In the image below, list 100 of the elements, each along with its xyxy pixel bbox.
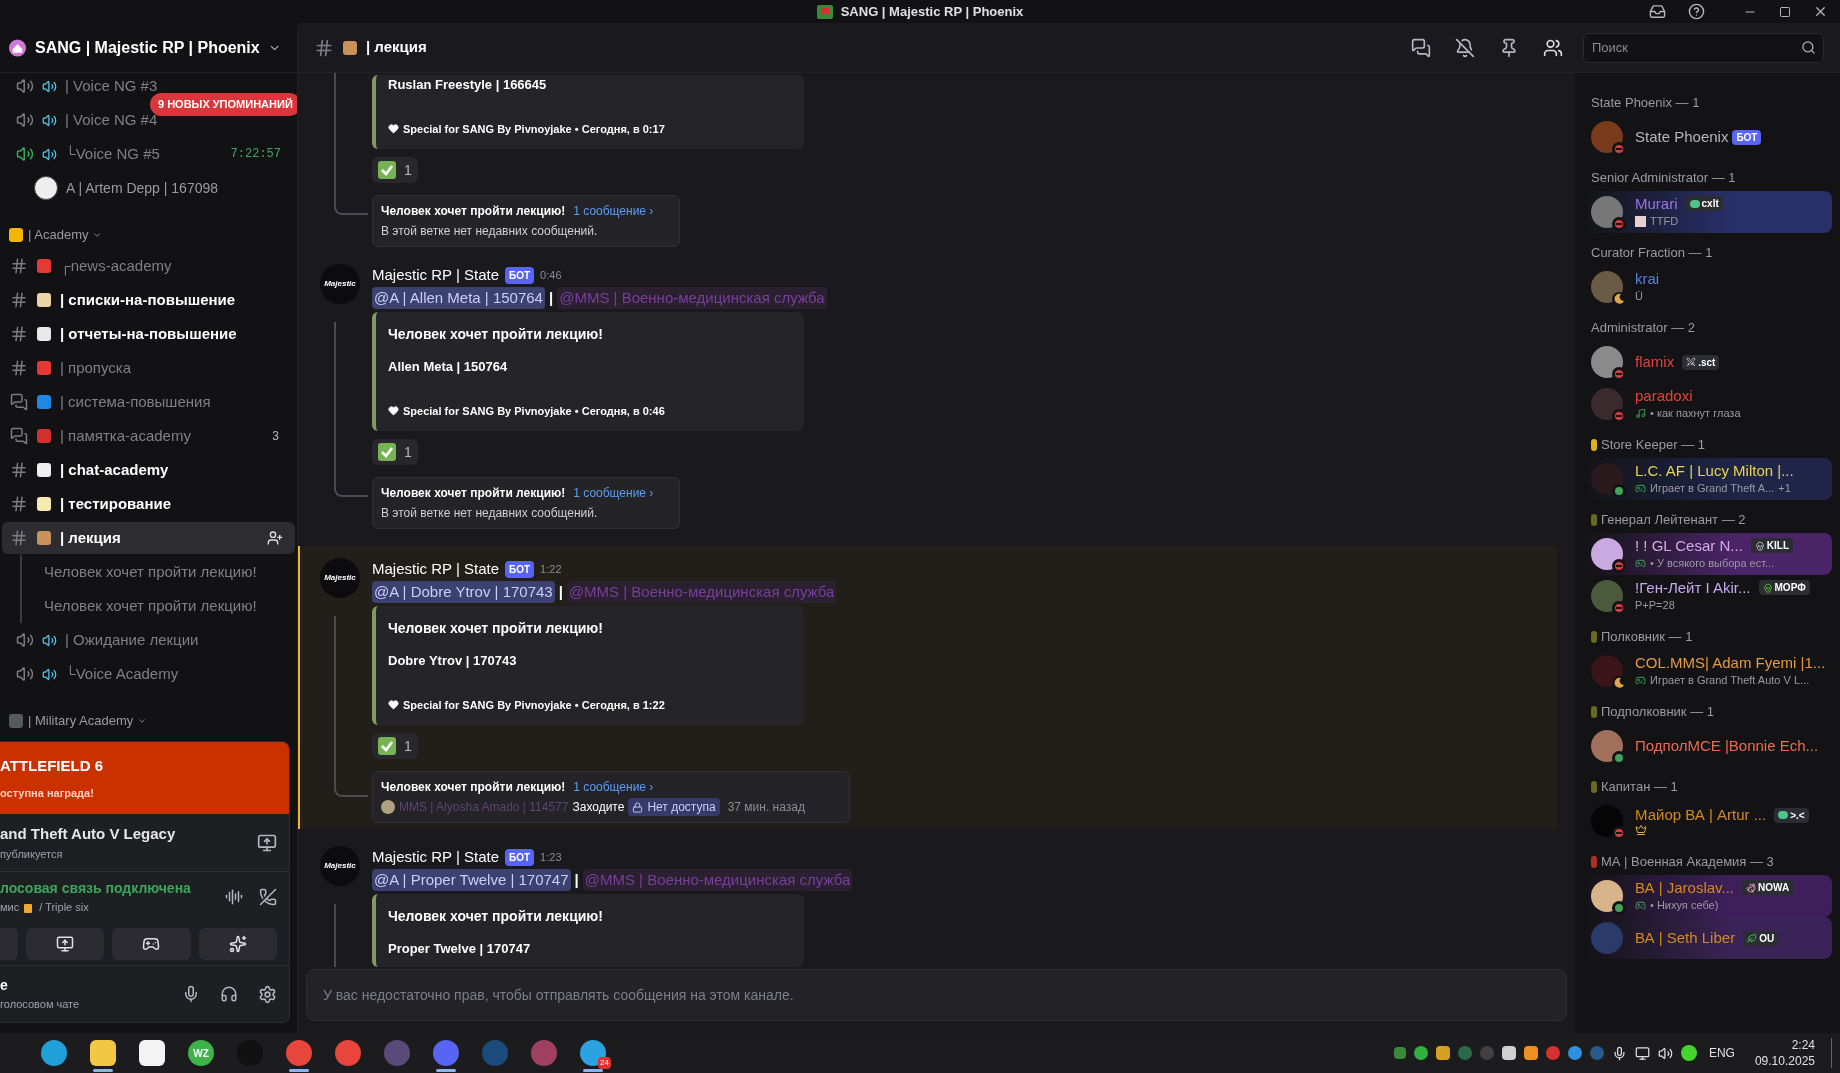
mentions-toast[interactable]: 9 НОВЫХ УПОМИНАНИЙ <box>150 93 297 116</box>
clock-date[interactable]: 09.10.2025 <box>1754 1053 1815 1069</box>
member-row[interactable]: flamix .sct <box>1583 341 1832 383</box>
user-mention[interactable]: @A | Proper Twelve | 170747 <box>372 868 571 892</box>
thread-card[interactable]: Человек хочет пройти лекцию! 1 сообщение › В этой ветке нет недавних сообщений. <box>372 477 680 529</box>
keyboard-language[interactable]: ENG <box>1708 1044 1735 1062</box>
disconnect-icon[interactable] <box>259 888 277 906</box>
hashtag-icon <box>10 325 28 343</box>
maximize-icon[interactable] <box>1779 5 1791 18</box>
activity-button[interactable] <box>112 927 191 960</box>
user-mention[interactable]: @A | Allen Meta | 150764 <box>372 286 545 310</box>
channel-name: ┌news-academy <box>60 255 173 278</box>
text-channel[interactable]: | списки-на-повышение <box>2 284 295 316</box>
channel-name: | chat-academy <box>60 459 170 480</box>
threads-icon[interactable] <box>1411 37 1431 58</box>
member-row[interactable]: paradoxi • как пахнут глаза <box>1583 383 1832 425</box>
text-channel[interactable]: | пропуска <box>2 352 295 384</box>
reaction-button[interactable]: 1 <box>372 733 418 759</box>
microphone-icon[interactable] <box>1611 1045 1627 1061</box>
invite-icon[interactable] <box>267 530 283 546</box>
thread-link[interactable]: 1 сообщение › <box>573 202 654 220</box>
network-icon[interactable] <box>1634 1045 1650 1061</box>
tray-icon[interactable] <box>1413 1046 1428 1060</box>
user-mention[interactable]: @A | Dobre Ytrov | 170743 <box>372 580 555 604</box>
chevron-icon <box>92 230 103 240</box>
member-row[interactable]: !Ген-Лейт I Akir... МОРФ P+P=28 <box>1583 575 1832 617</box>
thread-link[interactable]: 1 сообщение › <box>573 484 654 502</box>
tray-icon[interactable] <box>1435 1046 1450 1060</box>
server-header[interactable]: SANG | Majestic RP | Phoenix <box>0 23 297 73</box>
mute-icon[interactable] <box>1455 37 1475 58</box>
member-row[interactable]: COL.MMS| Adam Fyemi |1... Играет в Grand Theft Auto V L... <box>1583 650 1832 692</box>
thread-item[interactable]: Человек хочет пройти лекцию! <box>44 560 257 584</box>
inbox-icon[interactable] <box>1649 3 1666 20</box>
member-row[interactable]: krai Ū <box>1583 266 1832 308</box>
voice-activity-icon[interactable] <box>225 888 243 906</box>
close-icon[interactable] <box>1813 4 1828 19</box>
screen-share-button[interactable] <box>26 927 105 960</box>
text-channel[interactable]: | chat-academy <box>2 454 295 486</box>
channel-name: | Ожидание лекции <box>65 629 200 650</box>
voice-channel[interactable]: └Voice Academy <box>8 657 289 691</box>
text-channel[interactable]: | отчеты-на-повышение <box>2 318 295 350</box>
thread-item[interactable]: Человек хочет пройти лекцию! <box>44 594 257 618</box>
pin-icon[interactable] <box>1499 37 1519 58</box>
clock-time[interactable]: 2:24 <box>1791 1037 1815 1053</box>
member-activity: • Нихуя себе) <box>1650 897 1719 913</box>
hashtag-icon <box>10 291 28 309</box>
tag-emblem-icon <box>1778 811 1789 819</box>
speaker-icon <box>42 666 57 682</box>
thread-card[interactable]: Человек хочет пройти лекцию! 1 сообщение › В этой ветке нет недавних сообщений. <box>372 195 680 247</box>
taskbar-app[interactable]: 24 <box>575 1034 611 1072</box>
promo-banner[interactable]: ATTLEFIELD 6 оступна награда! <box>0 742 289 814</box>
forum-icon <box>10 393 28 411</box>
thread-card[interactable]: Человек хочет пройти лекцию! 1 сообщение › MMS | Alyosha Amado | 114577 Заходите Нет доступа 37 мин. назад <box>372 771 850 823</box>
thread-author: MMS | Alyosha Amado | 114577 <box>399 799 569 816</box>
no-access-tag[interactable]: Нет доступа <box>628 798 720 816</box>
reaction-button[interactable]: 1 <box>372 157 418 183</box>
bot-avatar[interactable]: Majestic <box>320 558 360 598</box>
tray-icon[interactable] <box>1567 1046 1582 1060</box>
tray-icon[interactable] <box>1680 1045 1697 1061</box>
help-icon[interactable] <box>1688 3 1705 20</box>
thread-link[interactable]: 1 сообщение › <box>573 778 654 796</box>
author-name[interactable]: Majestic RP | State <box>372 557 499 581</box>
tray-icon[interactable] <box>1523 1046 1538 1060</box>
text-channel[interactable]: | тестирование <box>2 488 295 520</box>
avatar <box>1591 730 1623 762</box>
channel-category[interactable]: | Academy <box>0 221 297 249</box>
text-channel[interactable]: | система-повышения <box>2 386 295 418</box>
heart-icon <box>388 123 399 135</box>
member-row[interactable]: ПодполМСЕ |Bonnie Ech... <box>1583 725 1832 767</box>
text-channel[interactable]: | лекция <box>2 522 295 554</box>
bot-tag: БОТ <box>505 560 535 578</box>
bot-avatar[interactable]: Majestic <box>320 264 360 304</box>
separator-text: | <box>548 287 554 308</box>
author-name[interactable]: Majestic RP | State <box>372 263 499 287</box>
bot-avatar[interactable]: Majestic <box>320 846 360 886</box>
search-icon <box>1801 39 1816 55</box>
headphones-icon[interactable] <box>220 985 238 1003</box>
search-field[interactable]: Поиск <box>1583 32 1824 63</box>
author-name[interactable]: Majestic RP | State <box>372 845 499 869</box>
member-activity: • как пахнут глаза <box>1650 405 1741 421</box>
members-icon[interactable] <box>1543 37 1563 58</box>
channel-category[interactable]: | Military Academy <box>0 707 297 735</box>
member-row[interactable]: State Phoenix БОТ <box>1583 116 1832 158</box>
check-emoji-icon <box>378 443 396 461</box>
text-channel[interactable]: ┌news-academy <box>2 250 295 282</box>
volume-icon[interactable] <box>1657 1045 1673 1061</box>
microphone-icon[interactable] <box>182 985 200 1003</box>
activity-title: and Theft Auto V Legacy <box>0 824 177 844</box>
voice-channel[interactable]: мис <box>0 899 20 916</box>
soundboard-button[interactable] <box>198 927 277 960</box>
text-channel[interactable]: | памятка-academy 3 <box>2 420 295 452</box>
crown-icon <box>1635 824 1647 836</box>
voice-channel[interactable]: | Ожидание лекции <box>8 623 289 657</box>
member-row[interactable]: Майор ВА | Artur ... >.< <box>1583 800 1832 842</box>
check-emoji-icon <box>378 737 396 755</box>
tray-icon[interactable] <box>1501 1046 1516 1060</box>
reaction-button[interactable]: 1 <box>372 439 418 465</box>
stream-icon[interactable] <box>257 832 277 853</box>
voice-channel[interactable]: └Voice NG #5 7:22:57 <box>8 137 289 171</box>
settings-icon[interactable] <box>258 984 277 1004</box>
